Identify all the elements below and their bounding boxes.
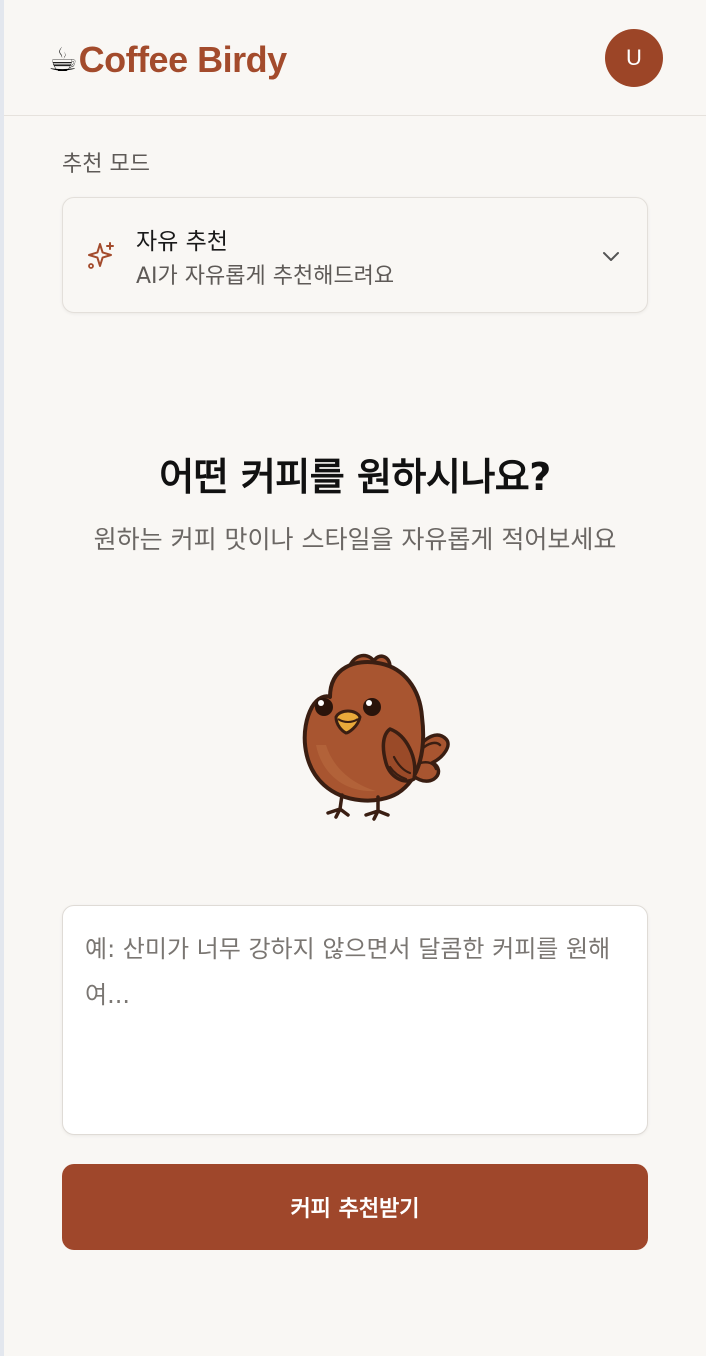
chevron-down-icon	[603, 252, 619, 261]
mode-label: 추천 모드	[62, 152, 150, 177]
get-recommendation-button[interactable]: 커피 추천받기	[62, 1164, 648, 1250]
mode-selected-title: 자유 추천	[136, 229, 228, 255]
page-heading: 어떤 커피를 원하시나요?	[159, 455, 551, 499]
page-subheading: 원하는 커피 맛이나 스타일을 자유롭게 적어보세요	[93, 525, 617, 554]
coffee-preference-input[interactable]	[62, 905, 648, 1135]
bird-mascot-illustration	[302, 653, 450, 821]
brand-name: Coffee Birdy	[78, 39, 288, 80]
coffee-cup-icon: ☕	[48, 40, 78, 79]
brand-logo[interactable]: ☕ Coffee Birdy	[48, 36, 287, 84]
user-avatar[interactable]: U	[605, 29, 663, 87]
mode-select-dropdown[interactable]: 자유 추천 AI가 자유롭게 추천해드려요	[62, 197, 648, 313]
sparkles-icon	[88, 242, 114, 269]
app-page: ☕ Coffee Birdy U 추천 모드 자유 추천 AI가 자유롭게 추천…	[0, 0, 706, 1356]
app-header: ☕ Coffee Birdy U	[4, 0, 706, 116]
mode-selected-description: AI가 자유롭게 추천해드려요	[136, 264, 395, 289]
